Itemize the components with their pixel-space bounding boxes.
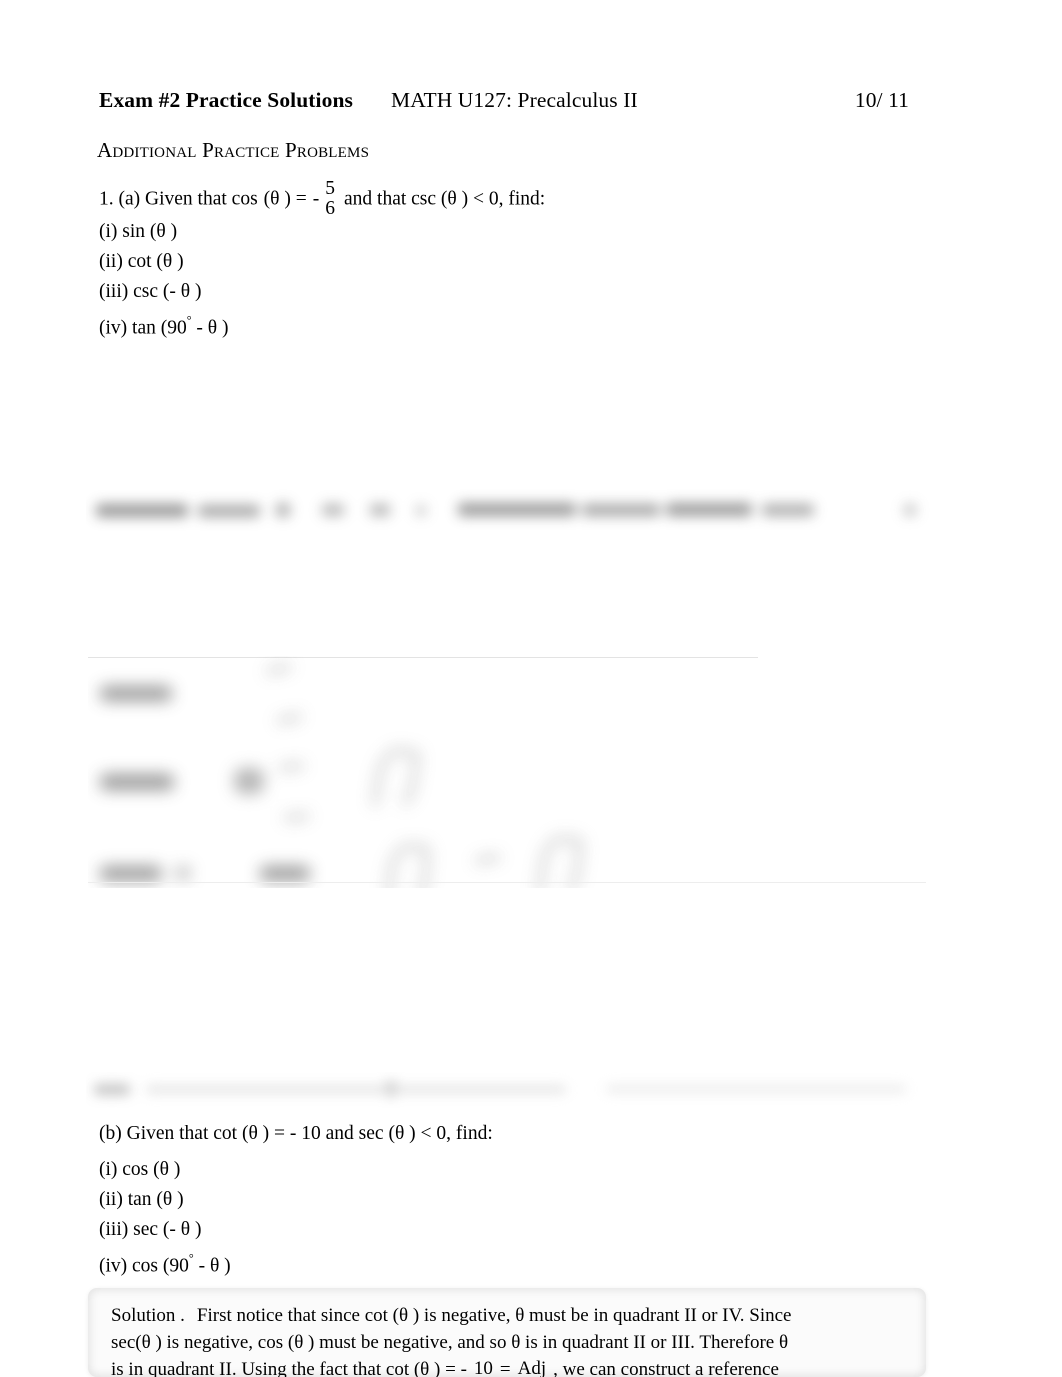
- problem-1a-function-arg: (θ ) =: [263, 188, 307, 210]
- blur-smear: [86, 1072, 931, 1108]
- problem-1b-item-iii: (iii) sec (- θ ): [99, 1219, 202, 1240]
- problem-1b-item-iv-post: - θ ): [193, 1255, 231, 1277]
- fraction-numerator: 10: [473, 1358, 493, 1377]
- solution-callout-box: Solution . First notice that since cot (θ…: [88, 1288, 926, 1377]
- problem-1b-subitems: (i) cos (θ ) (ii) tan (θ ) (iii) sec (- …: [99, 1155, 231, 1277]
- solution-label: Solution .: [111, 1305, 185, 1326]
- redacted-block-bottom-rule: [88, 882, 926, 883]
- fraction-denominator: 6: [325, 197, 335, 219]
- solution-line-3: is in quadrant II. Using the fact that c…: [111, 1356, 910, 1377]
- problem-1a-item-iv-post: - θ ): [191, 317, 229, 339]
- degree-symbol: °: [188, 1251, 194, 1265]
- problem-1b-item-ii: (ii) tan (θ ): [99, 1189, 184, 1210]
- solution-text: Solution . First notice that since cot (θ…: [111, 1302, 910, 1377]
- problem-1a-minus-sign: -: [312, 188, 320, 210]
- problem-1a-item-iii: (iii) csc (- θ ): [99, 281, 202, 302]
- exam-title: Exam #2 Practice Solutions: [99, 88, 354, 112]
- problem-1a-item-ii: (ii) cot (θ ): [99, 251, 184, 272]
- document-page: Exam #2 Practice Solutions MATH U127: Pr…: [0, 0, 1062, 1377]
- problem-1a-item-iv-pre: (iv) tan (90: [99, 317, 187, 339]
- problem-1a-item-iv: (iv) tan (90° - θ ): [99, 307, 229, 339]
- degree-symbol: °: [186, 313, 192, 327]
- solution-line-3-post: , we can construct a reference: [553, 1359, 779, 1377]
- redacted-text-strip-1: [86, 488, 931, 532]
- solution-line-3-pre: is in quadrant II. Using the fact that c…: [111, 1359, 467, 1377]
- fraction-numerator: Adj: [517, 1358, 547, 1377]
- page-number: 10/ 11: [854, 88, 909, 112]
- problem-1b-statement: (b) Given that cot (θ ) = - 10 and sec (…: [99, 1123, 493, 1144]
- solution-line-1-text: First notice that since cot (θ ) is nega…: [196, 1305, 792, 1326]
- problem-1a-subitems: (i) sin (θ ) (ii) cot (θ ) (iii) csc (- …: [99, 217, 229, 339]
- redacted-block-top-rule: [88, 657, 758, 658]
- blur-smear: [88, 656, 926, 888]
- problem-1a-suffix: and that csc (θ ) < 0, find:: [344, 188, 546, 210]
- running-header: Exam #2 Practice Solutions MATH U127: Pr…: [99, 88, 929, 118]
- problem-1b-item-iv-pre: (iv) cos (90: [99, 1255, 189, 1277]
- solution-line-2: sec(θ ) is negative, cos (θ ) must be ne…: [111, 1332, 789, 1353]
- problem-1a-prefix: 1. (a) Given that cos: [99, 188, 258, 210]
- section-heading: Additional Practice Problems: [97, 138, 370, 162]
- redacted-text-strip-2: [86, 1072, 931, 1108]
- solution-equals: =: [499, 1359, 511, 1377]
- course-title: MATH U127: Precalculus II: [391, 88, 638, 112]
- problem-1a-statement: 1. (a) Given that cos (θ ) = -5 6 and that c…: [99, 179, 546, 220]
- problem-1a-fraction: 56: [325, 179, 335, 219]
- fraction-numerator: 5: [325, 178, 335, 199]
- solution-line-1: Solution . First notice that since cot (θ…: [111, 1302, 910, 1329]
- problem-1b-item-i: (i) cos (θ ): [99, 1159, 181, 1180]
- problem-1a-item-i: (i) sin (θ ): [99, 221, 178, 242]
- solution-fraction-1: 10: [474, 1359, 493, 1377]
- redacted-equation-block: [88, 656, 926, 888]
- blur-smear: [86, 488, 931, 532]
- problem-1b-item-iv: (iv) cos (90° - θ ): [99, 1245, 231, 1277]
- solution-fraction-2: Adj: [518, 1359, 547, 1377]
